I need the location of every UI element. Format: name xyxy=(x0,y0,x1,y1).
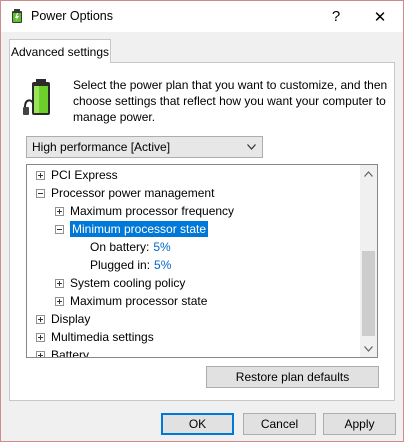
plan-description: Select the power plan that you want to c… xyxy=(73,78,388,124)
help-icon: ? xyxy=(331,8,341,25)
tree-item-max-processor-state[interactable]: Maximum processor state xyxy=(55,292,207,310)
expand-plus-icon[interactable] xyxy=(55,206,64,216)
tab-advanced-settings[interactable]: Advanced settings xyxy=(9,39,111,63)
chevron-down-icon xyxy=(247,144,256,150)
tree-item-max-processor-frequency[interactable]: Maximum processor frequency xyxy=(55,202,234,220)
tree-item-label: Maximum processor frequency xyxy=(70,204,235,218)
ok-button[interactable]: OK xyxy=(161,413,234,435)
tree-item-label: Maximum processor state xyxy=(70,294,208,308)
tree-item-label: Multimedia settings xyxy=(51,330,154,344)
apply-button[interactable]: Apply xyxy=(323,413,396,435)
chevron-up-icon xyxy=(364,170,373,177)
collapse-minus-icon[interactable] xyxy=(36,188,45,198)
tab-label: Advanced settings xyxy=(10,44,110,59)
tree-item-label: PCI Express xyxy=(51,168,118,182)
collapse-minus-icon[interactable] xyxy=(55,224,64,234)
expand-plus-icon[interactable] xyxy=(36,332,45,342)
cancel-button[interactable]: Cancel xyxy=(243,413,316,435)
close-icon: ✕ xyxy=(373,8,387,26)
tree-item-label-selected: Minimum processor state xyxy=(70,221,209,237)
expand-plus-icon[interactable] xyxy=(36,170,45,180)
expand-plus-icon[interactable] xyxy=(36,350,45,357)
scroll-up-button[interactable] xyxy=(360,165,377,182)
tree-item-battery[interactable]: Battery xyxy=(36,346,89,357)
tree-item-plugged-in[interactable]: Plugged in: 5% xyxy=(90,256,171,274)
scrollbar-thumb[interactable] xyxy=(362,251,375,336)
tree-item-pci-express[interactable]: PCI Express xyxy=(36,166,118,184)
power-options-icon xyxy=(12,9,22,23)
tree-item-display[interactable]: Display xyxy=(36,310,90,328)
tree-content: PCI Express Processor power management M… xyxy=(27,165,360,357)
plan-selected-value: High performance [Active] xyxy=(32,140,171,154)
help-button[interactable]: ? xyxy=(313,1,359,32)
plugged-in-value[interactable]: 5% xyxy=(154,258,171,272)
tree-item-label: Display xyxy=(51,312,91,326)
scroll-down-button[interactable] xyxy=(360,340,377,357)
plugged-in-label: Plugged in: xyxy=(90,258,151,272)
close-button[interactable]: ✕ xyxy=(357,1,403,32)
tree-item-system-cooling-policy[interactable]: System cooling policy xyxy=(55,274,185,292)
tree-item-processor-power-management[interactable]: Processor power management xyxy=(36,184,214,202)
tree-item-label: System cooling policy xyxy=(70,276,186,290)
tree-item-label: Processor power management xyxy=(51,186,215,200)
window-title: Power Options xyxy=(31,9,113,23)
power-plan-select[interactable]: High performance [Active] xyxy=(26,136,263,158)
expand-plus-icon[interactable] xyxy=(36,314,45,324)
expand-plus-icon[interactable] xyxy=(55,278,64,288)
power-options-window: Power Options ? ✕ Advanced settings Sele… xyxy=(0,0,404,442)
tree-item-on-battery[interactable]: On battery: 5% xyxy=(90,238,171,256)
tree-scrollbar[interactable] xyxy=(360,165,377,357)
tree-item-label: Battery xyxy=(51,348,90,357)
title-bar: Power Options ? ✕ xyxy=(1,1,403,32)
tree-item-multimedia-settings[interactable]: Multimedia settings xyxy=(36,328,154,346)
settings-tree: PCI Express Processor power management M… xyxy=(26,164,378,358)
on-battery-value[interactable]: 5% xyxy=(153,240,170,254)
chevron-down-icon xyxy=(364,345,373,352)
battery-plug-icon xyxy=(23,79,50,115)
tree-item-min-processor-state[interactable]: Minimum processor state xyxy=(55,220,209,238)
on-battery-label: On battery: xyxy=(90,240,150,254)
expand-plus-icon[interactable] xyxy=(55,296,64,306)
restore-plan-defaults-button[interactable]: Restore plan defaults xyxy=(206,366,379,388)
